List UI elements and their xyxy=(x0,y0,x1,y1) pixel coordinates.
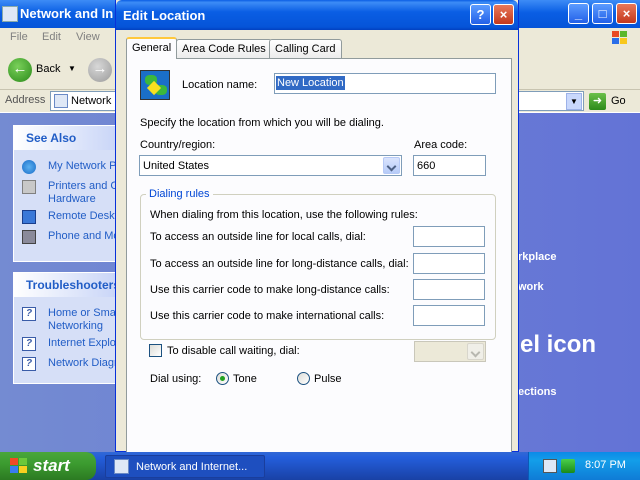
close-button[interactable]: × xyxy=(493,4,514,25)
menu-file[interactable]: File xyxy=(10,31,28,43)
minimize-button[interactable]: _ xyxy=(568,3,589,24)
tone-radio[interactable] xyxy=(216,372,229,385)
menu-view[interactable]: View xyxy=(76,31,100,43)
clock[interactable]: 8:07 PM xyxy=(585,459,626,471)
help-icon: ? xyxy=(22,307,36,321)
area-code-value: 660 xyxy=(417,160,436,172)
go-button-label[interactable]: Go xyxy=(611,95,626,107)
tab-area-code-rules[interactable]: Area Code Rules xyxy=(176,39,272,58)
area-code-input[interactable]: 660 xyxy=(413,155,486,176)
long-distance-carrier-input[interactable] xyxy=(413,279,485,300)
taskbar-item-network[interactable]: Network and Internet... xyxy=(105,455,265,478)
dialing-rules-intro: When dialing from this location, use the… xyxy=(150,209,418,221)
monitor-icon xyxy=(22,210,36,224)
chevron-down-icon xyxy=(467,343,484,360)
go-arrow-icon[interactable]: ➜ xyxy=(589,93,606,110)
maximize-button[interactable]: □ xyxy=(592,3,613,24)
address-dropdown-icon[interactable]: ▼ xyxy=(566,93,582,110)
location-map-icon xyxy=(140,70,170,100)
network-status-icon[interactable] xyxy=(543,459,557,473)
address-label: Address xyxy=(5,94,46,106)
dialog-titlebar[interactable]: Edit Location ? × xyxy=(116,0,518,30)
menu-edit[interactable]: Edit xyxy=(42,31,61,43)
tab-general[interactable]: General xyxy=(126,37,178,59)
phone-icon xyxy=(22,230,36,244)
pulse-label[interactable]: Pulse xyxy=(314,373,342,385)
edit-location-dialog: Edit Location ? × General Area Code Rule… xyxy=(115,0,519,452)
main-heading-fragment-2: work xyxy=(518,281,544,293)
forward-arrow-icon[interactable]: → xyxy=(88,58,112,82)
address-value: Network xyxy=(71,95,112,107)
start-label: start xyxy=(33,456,70,475)
windows-flag-icon xyxy=(10,458,28,474)
local-calls-label: To access an outside line for local call… xyxy=(150,231,366,243)
tab-calling-card[interactable]: Calling Card xyxy=(269,39,342,58)
network-folder-icon xyxy=(54,94,68,108)
tone-label[interactable]: Tone xyxy=(233,373,257,385)
background-window-title: Network and In xyxy=(20,6,114,21)
troubleshooters-panel: Troubleshooters ? Home or Small Networki… xyxy=(13,272,123,384)
main-heading-fragment-4: ections xyxy=(518,386,557,398)
printer-icon xyxy=(22,180,36,194)
long-distance-calls-input[interactable] xyxy=(413,253,485,274)
call-waiting-select xyxy=(414,341,486,362)
dialing-rules-legend: Dialing rules xyxy=(146,188,213,200)
local-calls-input[interactable] xyxy=(413,226,485,247)
main-heading-fragment-1: rkplace xyxy=(518,251,557,263)
location-name-label: Location name: xyxy=(182,79,258,91)
back-button-label[interactable]: Back xyxy=(36,63,60,75)
long-distance-carrier-label: Use this carrier code to make long-dista… xyxy=(150,284,390,296)
taskbar-item-label: Network and Internet... xyxy=(136,461,248,473)
help-icon: ? xyxy=(22,357,36,371)
location-name-value: New Location xyxy=(276,76,345,90)
dial-using-label: Dial using: xyxy=(150,373,202,385)
help-button[interactable]: ? xyxy=(470,4,491,25)
back-arrow-icon[interactable]: ← xyxy=(8,58,32,82)
windows-logo-icon xyxy=(604,28,634,48)
country-region-select[interactable]: United States xyxy=(139,155,402,176)
security-icon[interactable] xyxy=(561,459,575,473)
dialog-title: Edit Location xyxy=(123,8,206,23)
start-button[interactable]: start xyxy=(0,452,96,480)
call-waiting-label[interactable]: To disable call waiting, dial: xyxy=(167,345,300,357)
chevron-down-icon[interactable] xyxy=(383,157,400,174)
see-also-panel: See Also My Network P Printers and C Har… xyxy=(13,125,123,262)
main-heading-fragment-3: el icon xyxy=(520,331,597,358)
system-tray: 8:07 PM xyxy=(528,452,640,480)
taskbar: start Network and Internet... 8:07 PM xyxy=(0,452,640,480)
location-name-input[interactable]: New Location xyxy=(274,73,496,94)
long-distance-calls-label: To access an outside line for long-dista… xyxy=(150,258,409,270)
back-dropdown-icon[interactable]: ▼ xyxy=(68,64,76,73)
background-close-button[interactable]: × xyxy=(616,3,637,24)
country-region-label: Country/region: xyxy=(140,139,216,151)
international-carrier-label: Use this carrier code to make internatio… xyxy=(150,310,385,322)
network-folder-icon xyxy=(114,459,129,474)
network-folder-icon xyxy=(2,6,18,22)
troubleshooters-header[interactable]: Troubleshooters xyxy=(14,273,122,297)
area-code-label: Area code: xyxy=(414,139,468,151)
call-waiting-checkbox[interactable] xyxy=(149,344,162,357)
see-also-header[interactable]: See Also xyxy=(14,126,122,150)
help-icon: ? xyxy=(22,337,36,351)
globe-icon xyxy=(22,160,36,174)
country-region-value: United States xyxy=(143,160,210,172)
specify-location-text: Specify the location from which you will… xyxy=(140,117,384,129)
pulse-radio[interactable] xyxy=(297,372,310,385)
international-carrier-input[interactable] xyxy=(413,305,485,326)
